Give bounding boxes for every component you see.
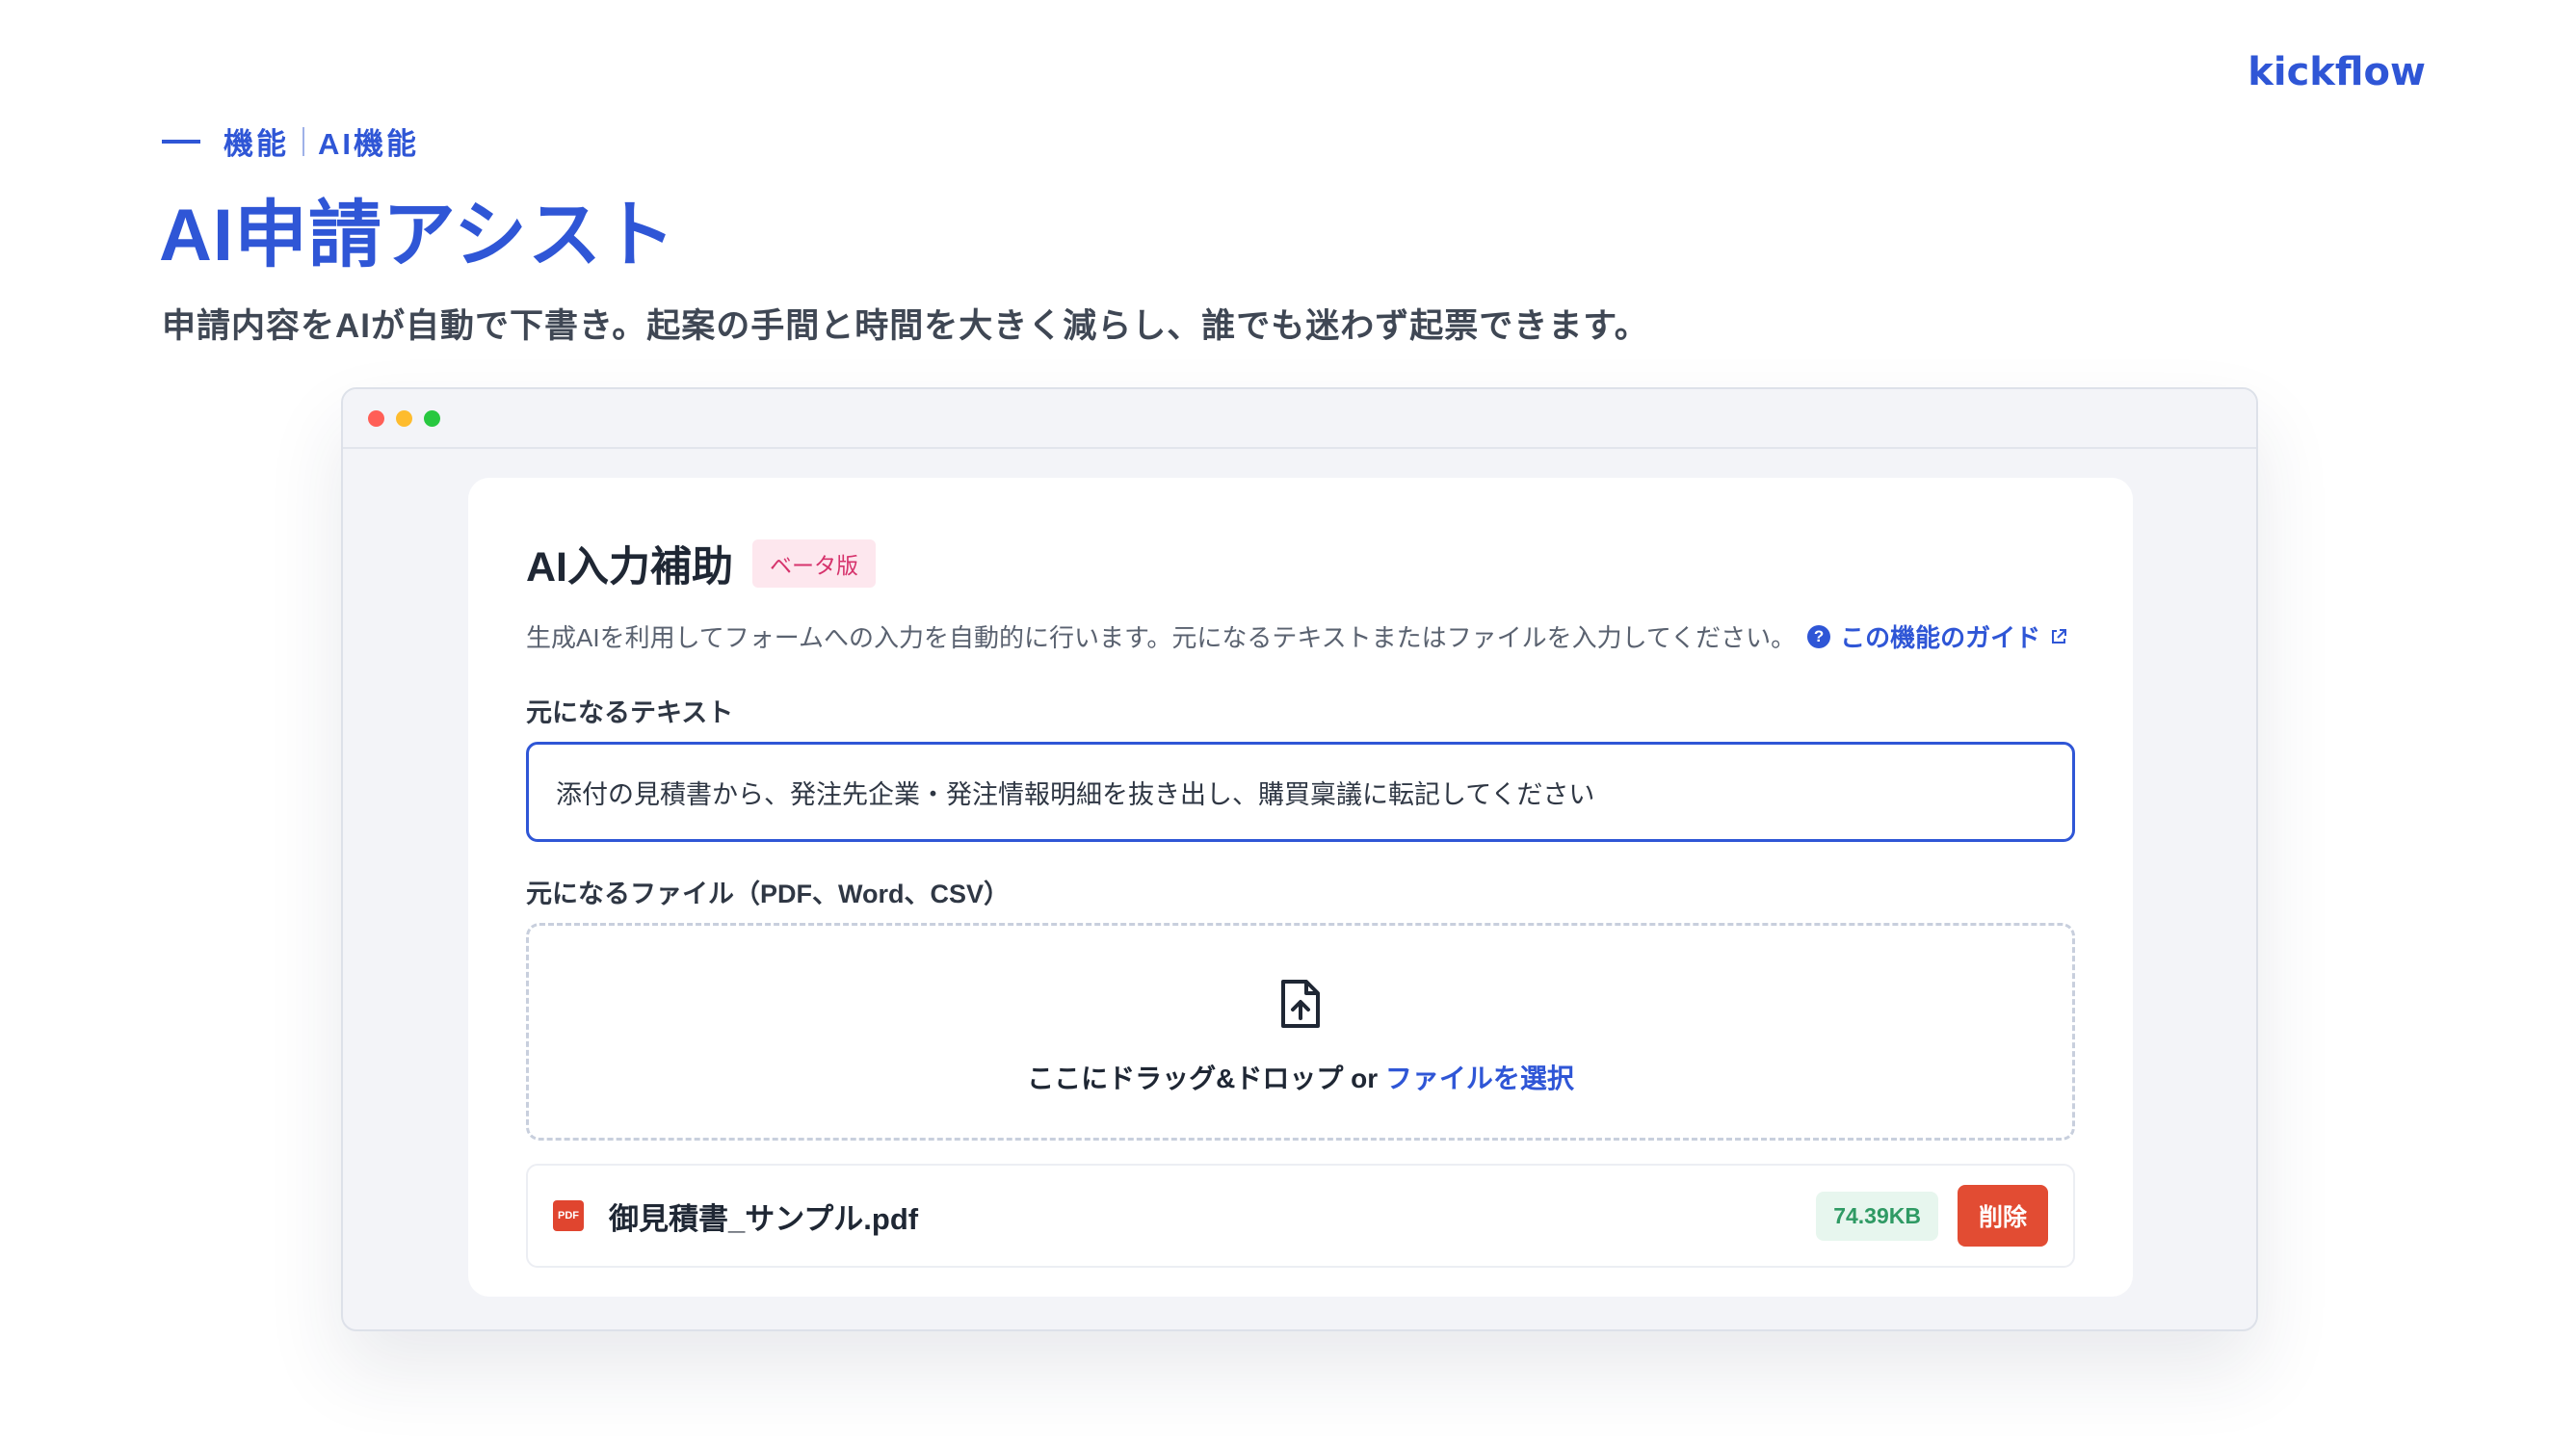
description-text: 生成AIを利用してフォームへの入力を自動的に行います。元になるテキストまたはファ… [526, 623, 1797, 652]
breadcrumb-item-features: 機能 [223, 127, 289, 161]
breadcrumb: 機能 AI機能 [162, 119, 419, 163]
dropzone-prompt-text: ここにドラッグ&ドロップ or [1027, 1063, 1385, 1093]
panel-description: 生成AIを利用してフォームへの入力を自動的に行います。元になるテキストまたはファ… [526, 618, 2067, 654]
feature-guide-link[interactable]: この機能のガイド [1840, 618, 2040, 654]
app-window: AI入力補助 ベータ版 生成AIを利用してフォームへの入力を自動的に行います。元… [341, 387, 2258, 1331]
breadcrumb-dash [162, 139, 200, 144]
breadcrumb-separator [302, 126, 304, 156]
panel-header: AI入力補助 ベータ版 [526, 534, 876, 593]
file-dropzone[interactable]: ここにドラッグ&ドロップ or ファイルを選択 [526, 923, 2075, 1141]
window-titlebar [343, 389, 2256, 449]
page-lead: 申請内容をAIが自動で下書き。起案の手間と時間を大きく減らし、誰でも迷わず起票で… [162, 307, 1649, 345]
attached-file-row: PDF 御見積書_サンプル.pdf 74.39KB 削除 [526, 1164, 2075, 1268]
maximize-window-dot[interactable] [424, 409, 440, 427]
dropzone-prompt: ここにドラッグ&ドロップ or ファイルを選択 [1027, 1058, 1574, 1096]
help-icon[interactable]: ? [1807, 624, 1831, 648]
source-text-input[interactable]: 添付の見積書から、発注先企業・発注情報明細を抜き出し、購買稟議に転記してください [526, 742, 2075, 842]
source-file-label: 元になるファイル（PDF、Word、CSV） [526, 880, 1011, 908]
page-title: AI申請アシスト [159, 195, 676, 276]
select-file-link[interactable]: ファイルを選択 [1385, 1064, 1574, 1093]
file-upload-icon [1277, 978, 1324, 1035]
minimize-window-dot[interactable] [396, 409, 412, 427]
panel-title: AI入力補助 [526, 544, 733, 591]
breadcrumb-item-ai-features: AI機能 [318, 127, 419, 161]
beta-badge: ベータ版 [752, 539, 876, 588]
delete-file-button[interactable]: 削除 [1957, 1185, 2048, 1247]
external-link-icon[interactable] [2050, 628, 2067, 645]
ai-input-panel: AI入力補助 ベータ版 生成AIを利用してフォームへの入力を自動的に行います。元… [468, 478, 2133, 1297]
close-window-dot[interactable] [368, 409, 384, 427]
kickflow-logo: kickflow [2247, 50, 2426, 94]
file-size-badge: 74.39KB [1816, 1191, 1938, 1241]
pdf-file-icon: PDF [553, 1200, 584, 1231]
file-name: 御見積書_サンプル.pdf [609, 1201, 919, 1236]
source-text-label: 元になるテキスト [526, 698, 734, 727]
